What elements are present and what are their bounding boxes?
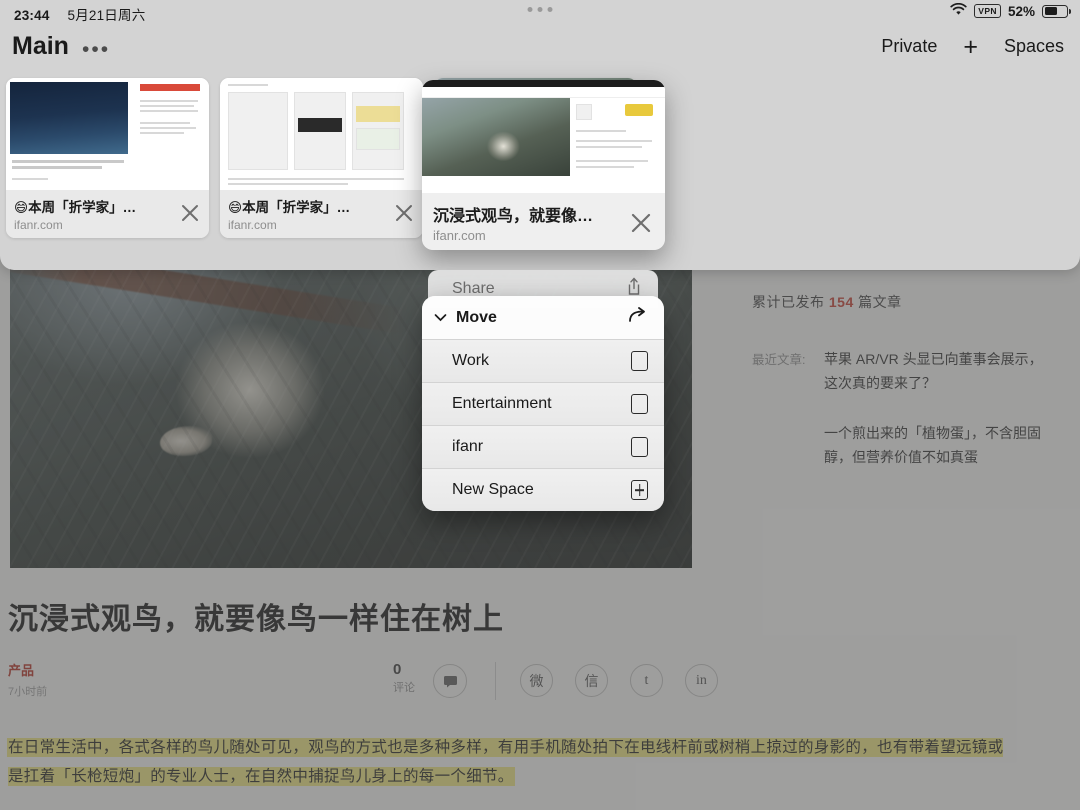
- drag-handle-dots[interactable]: [527, 7, 553, 12]
- wifi-icon: [950, 2, 967, 19]
- close-icon[interactable]: [179, 202, 201, 224]
- status-bar-left: 23:44 5月21日周六: [14, 4, 145, 24]
- tab-url: ifanr.com: [14, 218, 63, 232]
- status-bar: 23:44 5月21日周六 VPN 52%: [0, 0, 1080, 26]
- menu-item-work[interactable]: Work: [422, 339, 664, 382]
- battery-percent: 52%: [1007, 3, 1035, 19]
- menu-item-label: Move: [456, 308, 497, 326]
- tab-url: ifanr.com: [228, 218, 277, 232]
- tab-url: ifanr.com: [433, 228, 486, 243]
- space-title[interactable]: Main: [12, 32, 69, 61]
- menu-item-label: ifanr: [452, 438, 484, 455]
- tab-card[interactable]: 😄本周「折学家」… ifanr.com: [6, 78, 209, 238]
- menu-item-label: Entertainment: [452, 395, 552, 412]
- menu-item-new-space[interactable]: New Space: [422, 468, 664, 511]
- menu-item-move[interactable]: Move: [422, 296, 664, 339]
- status-bar-right: VPN 52%: [950, 2, 1071, 19]
- tab-title: 😄本周「折学家」…: [228, 200, 351, 215]
- tab-thumbnail: [6, 78, 209, 190]
- menu-item-label: Work: [452, 352, 490, 369]
- screen-root: 沉浸式观鸟，就要像鸟一样住在树上 产品 7小时前 0 评论 微 信 t in: [0, 0, 1080, 810]
- private-button[interactable]: Private: [881, 36, 937, 57]
- menu-item-entertainment[interactable]: Entertainment: [422, 382, 664, 425]
- empty-checkbox-icon[interactable]: [631, 394, 648, 414]
- new-tab-button[interactable]: +: [963, 34, 978, 59]
- tab-title: 😄本周「折学家」…: [14, 200, 137, 215]
- switcher-toolbar: Main ••• Private + Spaces: [0, 26, 1080, 74]
- more-options-icon[interactable]: •••: [82, 39, 110, 60]
- empty-checkbox-icon[interactable]: [631, 437, 648, 457]
- chevron-down-icon: [434, 310, 447, 325]
- battery-icon: [1042, 4, 1071, 18]
- tab-thumbnail: [422, 80, 665, 193]
- plus-box-icon[interactable]: [631, 480, 648, 500]
- empty-checkbox-icon[interactable]: [631, 351, 648, 371]
- vpn-badge: VPN: [974, 4, 1001, 18]
- dragged-tab-card[interactable]: 沉浸式观鸟，就要像… ifanr.com: [422, 80, 665, 250]
- menu-item-ifanr[interactable]: ifanr: [422, 425, 664, 468]
- close-icon[interactable]: [393, 202, 415, 224]
- menu-item-label: New Space: [452, 481, 534, 498]
- status-time: 23:44: [14, 8, 50, 23]
- arrow-forward-icon: [628, 306, 648, 329]
- tab-thumbnail: [220, 78, 423, 190]
- status-date: 5月21日周六: [67, 8, 146, 23]
- close-icon[interactable]: [628, 210, 654, 236]
- tab-card[interactable]: 😄本周「折学家」… ifanr.com: [220, 78, 423, 238]
- spaces-button[interactable]: Spaces: [1004, 36, 1064, 57]
- tab-title: 沉浸式观鸟，就要像…: [433, 208, 594, 225]
- move-context-menu: Move Work Entertainment ifanr New Space: [422, 296, 664, 511]
